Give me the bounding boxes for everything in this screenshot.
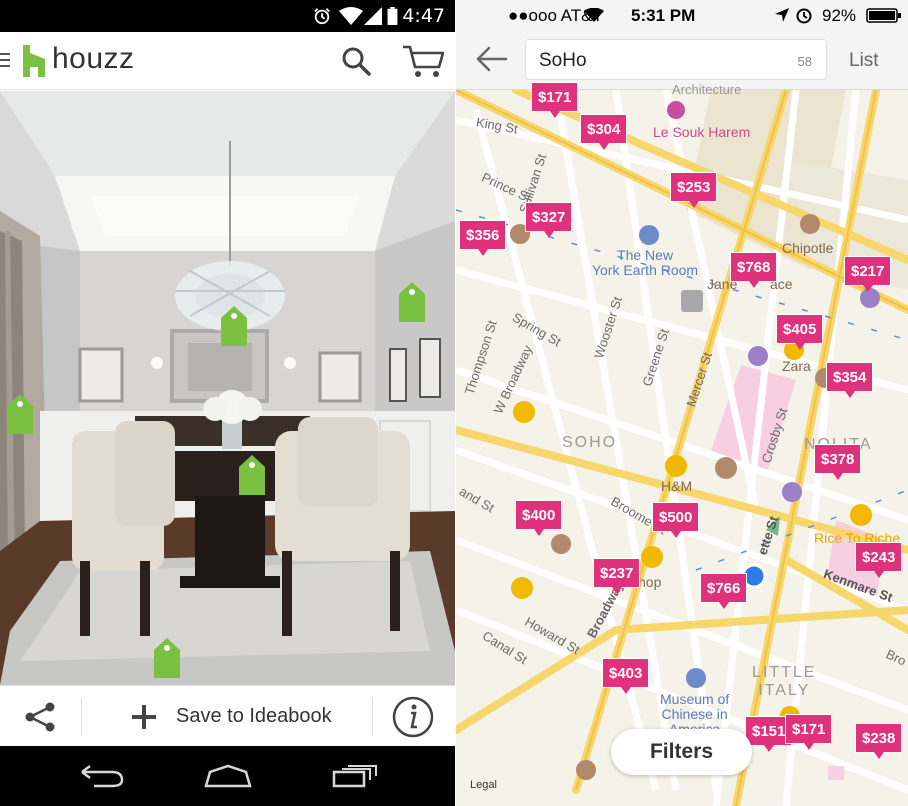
product-tag-icon[interactable] (152, 638, 182, 680)
divider (81, 698, 82, 736)
plus-icon[interactable] (130, 703, 158, 731)
android-nav-bar (0, 746, 455, 806)
poi-label: hop (638, 574, 662, 590)
status-time: 5:31 PM (631, 6, 696, 25)
map-label: Architecture (672, 82, 742, 97)
price-pin[interactable]: $500 (652, 502, 700, 538)
ios-map-screen: ●●ooo AT&T 5:31 PM 92% SoHo 58 List Arch… (456, 0, 908, 806)
list-view-button[interactable]: List (849, 50, 879, 72)
houzz-app-bar: houzz (0, 32, 455, 90)
location-arrow-icon (775, 8, 789, 22)
poi-label: H&M (661, 478, 693, 494)
back-nav-icon[interactable] (80, 764, 124, 788)
price-pin[interactable]: $237 (593, 558, 641, 594)
price-pin[interactable]: $354 (826, 362, 874, 398)
poi-label: Zara (782, 358, 811, 374)
houzz-android-screen: 4:47 houzz Save to Ideabook (0, 0, 455, 806)
share-icon[interactable] (24, 702, 56, 732)
recents-nav-icon[interactable] (332, 764, 378, 788)
price-pin[interactable]: $768 (730, 252, 778, 288)
price-pin[interactable]: $356 (459, 220, 507, 256)
price-pin[interactable]: $405 (776, 314, 824, 350)
info-icon[interactable] (392, 696, 434, 738)
android-status-bar: 4:47 (0, 0, 455, 32)
poi-label: The New York Earth Room (592, 247, 699, 278)
map-nav-bar: SoHo 58 List (456, 30, 908, 90)
price-pin[interactable]: $253 (670, 172, 718, 208)
ios-status-bar: ●●ooo AT&T 5:31 PM 92% (456, 0, 908, 30)
neighborhood-label: SOHO (562, 434, 618, 451)
location-search-field[interactable]: SoHo 58 (525, 39, 827, 80)
photo-action-bar: Save to Ideabook (0, 685, 455, 746)
back-arrow-icon[interactable] (476, 46, 508, 72)
divider (372, 698, 373, 736)
save-to-ideabook-button[interactable]: Save to Ideabook (176, 705, 332, 728)
price-pin[interactable]: $217 (844, 256, 892, 292)
product-tag-icon[interactable] (5, 394, 35, 436)
price-pin[interactable]: $403 (602, 658, 650, 694)
product-tag-icon[interactable] (219, 306, 249, 348)
battery-icon (866, 8, 901, 23)
price-pin[interactable]: $171 (531, 82, 579, 118)
result-count: 58 (797, 54, 812, 69)
wifi-icon (584, 8, 604, 22)
battery-icon (387, 7, 398, 25)
legal-link[interactable]: Legal (470, 779, 497, 791)
cart-icon[interactable] (402, 44, 444, 78)
menu-icon[interactable] (0, 53, 10, 69)
wifi-icon (339, 7, 363, 25)
product-tag-icon[interactable] (397, 282, 427, 324)
price-pin[interactable]: $304 (580, 114, 628, 150)
product-tag-icon[interactable] (237, 455, 267, 497)
signal-icon (364, 7, 382, 25)
poi-label: Chipotle (782, 240, 834, 256)
price-pin[interactable]: $327 (525, 202, 573, 238)
battery-percent: 92% (822, 6, 857, 25)
houzz-logo-icon[interactable] (23, 45, 45, 77)
price-pin[interactable]: $171 (785, 714, 833, 750)
search-icon[interactable] (341, 46, 371, 76)
houzz-wordmark[interactable]: houzz (52, 42, 135, 76)
neighborhood-label: LITTLE ITALY (752, 664, 817, 699)
search-query[interactable]: SoHo (539, 50, 587, 72)
filters-button[interactable]: Filters (611, 729, 752, 775)
alarm-icon (314, 8, 330, 25)
map-label: Le Souk Harem (653, 124, 751, 140)
alarm-icon (796, 8, 812, 24)
price-pin[interactable]: $400 (515, 500, 563, 536)
price-pin[interactable]: $238 (855, 723, 903, 759)
dining-room-photo[interactable] (0, 91, 455, 685)
price-pin[interactable]: $378 (814, 444, 862, 480)
price-pin[interactable]: $766 (700, 573, 748, 609)
status-time: 4:47 (402, 5, 445, 27)
price-pin[interactable]: $243 (855, 542, 903, 578)
home-nav-icon[interactable] (204, 764, 252, 788)
